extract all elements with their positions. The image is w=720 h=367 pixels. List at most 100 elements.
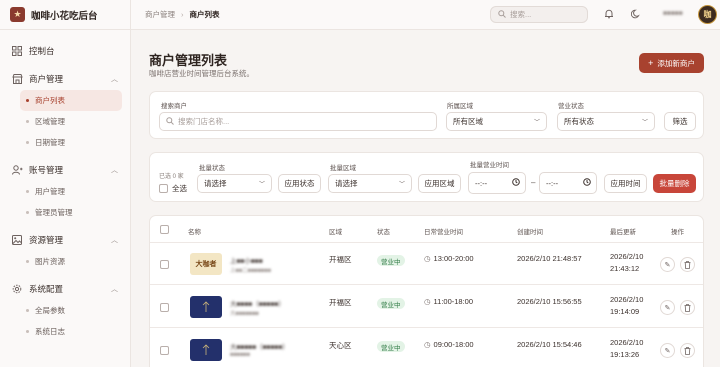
table-row[interactable]: 大■■■■■（■■■■■） ■■■■■■ 天心区 营业中 ◷ 09:00-18:0… xyxy=(150,329,703,367)
chevron-up-icon: ︿ xyxy=(111,167,118,174)
trash-icon[interactable] xyxy=(680,257,695,272)
bulk-time-start[interactable]: --:-- xyxy=(468,172,526,194)
trash-icon[interactable] xyxy=(680,300,695,315)
table-row[interactable]: 大咖者 上■■小■■■ 上■■二■■■■■■■ 开福区 营业中 ◷ 13:00-2… xyxy=(150,243,703,285)
page-title: 商户管理列表 xyxy=(149,53,228,68)
bulk-delete-button[interactable]: 批量删除 xyxy=(653,174,696,193)
merchant-table: 名称 区域 状态 日常营业时间 创建时间 最后更新 操作 大咖者 上■■小■■■… xyxy=(149,215,704,367)
merchant-region: 开福区 xyxy=(329,298,352,307)
sidebar-group-merchants[interactable]: 商户管理 ︿ xyxy=(0,68,130,90)
merchant-name: 大■■■■■（■■■■■） xyxy=(230,344,289,351)
sidebar-group-accounts[interactable]: 账号管理 ︿ xyxy=(0,159,130,181)
chevron-down-icon: ﹀ xyxy=(258,182,265,188)
chevron-up-icon: ︿ xyxy=(111,76,118,83)
column-header-actions: 操作 xyxy=(671,229,684,236)
column-header-name: 名称 xyxy=(188,229,201,236)
trash-icon[interactable] xyxy=(680,343,695,358)
bulk-status-select[interactable]: 请选择 ﹀ xyxy=(197,174,272,193)
row-select-checkbox[interactable] xyxy=(160,346,169,355)
sidebar-group-resources[interactable]: 资源管理 ︿ xyxy=(0,229,130,251)
row-select-checkbox[interactable] xyxy=(160,303,169,312)
apply-status-button[interactable]: 应用状态 xyxy=(278,174,321,193)
global-search-input[interactable]: 搜索... xyxy=(490,6,588,23)
column-header-region: 区域 xyxy=(329,229,342,236)
status-filter-select[interactable]: 所有状态 ﹀ xyxy=(557,112,655,131)
status-badge: 营业中 xyxy=(377,298,405,309)
clock-icon xyxy=(512,178,520,188)
search-icon xyxy=(166,116,174,127)
bulk-status-label: 批量状态 xyxy=(199,165,225,172)
page-subtitle: 咖啡店营业时间管理后台系统。 xyxy=(149,69,254,78)
sidebar-item-admin-management[interactable]: 管理员管理 xyxy=(20,202,122,223)
main-content: 商户管理列表 咖啡店营业时间管理后台系统。 + 添加新商户 搜索商户 搜索门店名… xyxy=(131,31,720,367)
clock-icon: ◷ xyxy=(424,340,431,349)
top-header: 商户管理 › 商户列表 搜索... ■■■■■ 咖 xyxy=(131,0,720,30)
status-badge: 营业中 xyxy=(377,255,405,266)
sidebar-item-merchant-list[interactable]: 商户列表 xyxy=(20,90,122,111)
edit-icon[interactable]: ✎ xyxy=(660,257,675,272)
merchant-name: 上■■小■■■ xyxy=(230,258,263,265)
sidebar-item-system-logs[interactable]: 系统日志 xyxy=(20,321,122,342)
sidebar-item-region-management[interactable]: 区域管理 xyxy=(20,111,122,132)
checkbox[interactable] xyxy=(159,184,168,193)
created-time: 2026/2/10 21:48:57 xyxy=(517,254,582,263)
bell-icon[interactable] xyxy=(603,8,615,20)
merchant-name: 大■■■■（■■■■■） xyxy=(230,301,285,308)
add-merchant-button[interactable]: + 添加新商户 xyxy=(639,53,704,73)
column-header-updated: 最后更新 xyxy=(610,229,636,236)
updated-date: 2026/2/10 xyxy=(610,338,644,347)
row-select-checkbox[interactable] xyxy=(160,260,169,269)
sidebar-item-image-resources[interactable]: 图片资源 xyxy=(20,251,122,272)
selected-count: 已选 0 家 xyxy=(159,174,184,180)
sidebar-group-system[interactable]: 系统配置 ︿ xyxy=(0,278,130,300)
status-badge: 营业中 xyxy=(377,341,405,352)
business-hours: ◷ 11:00-18:00 xyxy=(424,297,474,306)
business-hours: ◷ 09:00-18:00 xyxy=(424,340,474,349)
merchant-address: 大■■■■■■■ xyxy=(230,311,259,317)
sidebar-item-label: 资源管理 xyxy=(29,235,64,245)
created-time: 2026/2/10 15:56:55 xyxy=(517,297,582,306)
filter-button[interactable]: 筛选 xyxy=(664,112,696,131)
moon-icon[interactable] xyxy=(630,8,642,20)
table-row[interactable]: 大■■■■（■■■■■） 大■■■■■■■ 开福区 营业中 ◷ 11:00-18:… xyxy=(150,286,703,328)
clock-icon: ◷ xyxy=(424,254,431,263)
sidebar-item-dashboard[interactable]: 控制台 xyxy=(0,40,130,62)
updated-date: 2026/2/10 xyxy=(610,252,644,261)
sidebar-item-user-management[interactable]: 用户管理 xyxy=(20,181,122,202)
breadcrumb-separator: › xyxy=(181,10,184,19)
sidebar-item-label: 商户管理 xyxy=(29,74,64,84)
sidebar-item-global-params[interactable]: 全局参数 xyxy=(20,300,122,321)
breadcrumb-parent[interactable]: 商户管理 xyxy=(145,9,175,20)
bulk-time-end[interactable]: --:-- xyxy=(539,172,597,194)
time-range-separator: – xyxy=(531,178,536,187)
sidebar-item-label: 系统配置 xyxy=(29,284,64,294)
store-icon xyxy=(11,73,23,85)
brand[interactable]: ★ 咖啡小花吃后台 xyxy=(0,0,130,30)
bulk-region-label: 批量区域 xyxy=(330,165,356,172)
image-icon xyxy=(11,234,23,246)
status-filter-label: 营业状态 xyxy=(558,103,584,110)
merchant-region: 开福区 xyxy=(329,255,352,264)
merchant-thumbnail xyxy=(190,339,222,361)
breadcrumb-current: 商户列表 xyxy=(189,10,220,19)
search-icon xyxy=(498,9,506,20)
apply-region-button[interactable]: 应用区域 xyxy=(418,174,461,193)
header-select-checkbox[interactable] xyxy=(160,225,169,234)
edit-icon[interactable]: ✎ xyxy=(660,343,675,358)
chevron-up-icon: ︿ xyxy=(111,237,118,244)
breadcrumb: 商户管理 › 商户列表 xyxy=(131,9,220,20)
bulk-region-select[interactable]: 请选择 ﹀ xyxy=(328,174,412,193)
avatar[interactable]: 咖 xyxy=(698,5,717,24)
sidebar-item-date-management[interactable]: 日期管理 xyxy=(20,132,122,153)
chevron-up-icon: ︿ xyxy=(111,286,118,293)
region-filter-select[interactable]: 所有区域 ﹀ xyxy=(446,112,547,131)
brand-name: 咖啡小花吃后台 xyxy=(31,10,98,22)
sidebar: ★ 咖啡小花吃后台 控制台 商户管理 ︿ 商户列表 区域管理 日期管理 账号管理… xyxy=(0,0,131,367)
column-header-hours: 日常营业时间 xyxy=(424,229,463,236)
merchant-region: 天心区 xyxy=(329,341,352,350)
edit-icon[interactable]: ✎ xyxy=(660,300,675,315)
select-all-checkbox[interactable]: 全选 xyxy=(159,183,187,194)
apply-time-button[interactable]: 应用时间 xyxy=(604,174,647,193)
merchant-search-input[interactable]: 搜索门店名称... xyxy=(159,112,437,131)
user-name: ■■■■■ xyxy=(663,10,683,17)
